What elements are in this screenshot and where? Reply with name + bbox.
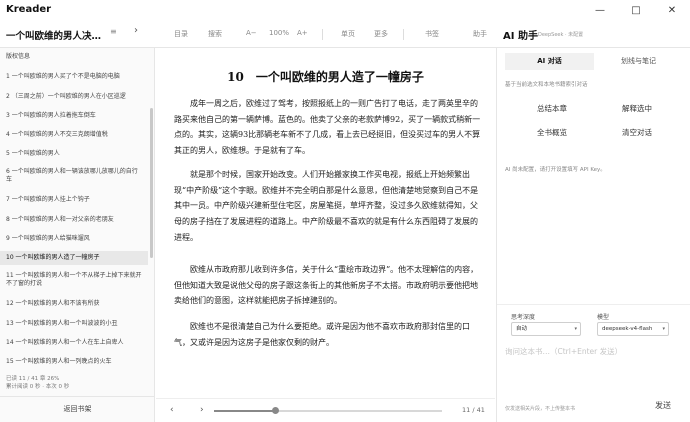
more-button[interactable]: 更多	[374, 29, 388, 39]
assistant-button[interactable]: 助手	[473, 29, 487, 39]
reading-time-text: 累计阅读 0 秒 · 本次 0 秒	[6, 384, 70, 390]
toc-item[interactable]: 7 一个叫欧维的男人挂上个钩子	[0, 196, 148, 204]
progress-knob[interactable]	[272, 407, 280, 414]
zoom-level: 100%	[269, 29, 290, 37]
ai-not-configured-note: AI 尚未配置，请打开设置填写 API Key。	[505, 167, 606, 173]
minimize-icon[interactable]: —	[582, 0, 618, 20]
depth-value: 自动	[516, 326, 528, 332]
page-number: 11 / 41	[462, 406, 485, 414]
chapter-title: 10 一个叫欧维的男人造了一幢房子	[227, 70, 424, 84]
window-controls: — □ ✕	[582, 0, 690, 20]
model-label: 模型	[597, 314, 610, 321]
paragraph: 欧维也不是很清楚自己为什么要拒绝。或许是因为他不喜欢市政府那封信里的口气，又或许…	[174, 322, 470, 347]
toc-item[interactable]: 12 一个叫欧维的男人和不该有所获	[0, 300, 148, 308]
toc-item[interactable]: 3 一个叫欧维的男人拉着拖车倒车	[0, 112, 148, 120]
tab-highlights-notes[interactable]: 划线与笔记	[594, 53, 683, 70]
toc-item[interactable]: 1 一个叫欧维的男人买了个不是电脑的电脑	[0, 73, 148, 81]
depth-label: 思考深度	[511, 314, 536, 321]
back-to-shelf-button[interactable]: 返回书架	[0, 404, 155, 414]
font-decrease-button[interactable]: A−	[246, 29, 257, 37]
toc-item[interactable]: 11 一个叫欧维的男人和一个不从梯子上掉下来就开不了窗的打说	[0, 272, 148, 287]
progress-slider[interactable]	[214, 407, 442, 414]
ai-tabs: AI 对话 划线与笔记	[505, 53, 683, 70]
model-select[interactable]: deepseek-v4-flash ▾	[597, 322, 669, 336]
tab-ai-chat[interactable]: AI 对话	[505, 53, 594, 70]
toolbar-divider	[322, 29, 323, 40]
reader-content: 10 一个叫欧维的男人造了一幢房子 成年一周之后，欧维过了驾考，按照报纸上的一则…	[156, 48, 495, 398]
menu-icon[interactable]: ≡	[110, 27, 117, 36]
send-button[interactable]: 发送	[655, 400, 671, 411]
clear-chat-button[interactable]: 清空对话	[597, 127, 677, 138]
next-page-icon[interactable]: ›	[200, 405, 204, 415]
chevron-down-icon: ▾	[574, 326, 577, 332]
font-increase-button[interactable]: A+	[297, 29, 308, 37]
toc-item[interactable]: 5 一个叫欧维的男人	[0, 150, 148, 158]
table-of-contents: 版权信息 1 一个叫欧维的男人买了个不是电脑的电脑 2 （三周之前）一个叫欧维的…	[0, 48, 150, 370]
sidebar-scrollbar[interactable]	[150, 108, 153, 258]
close-icon[interactable]: ✕	[654, 0, 690, 20]
sidebar-divider	[0, 396, 155, 397]
sidebar: 版权信息 1 一个叫欧维的男人买了个不是电脑的电脑 2 （三周之前）一个叫欧维的…	[0, 48, 155, 422]
ai-panel-divider	[497, 304, 690, 305]
paragraph: 就是那个时候，国家开始改变。人们开始搬家换工作买电视，报纸上开始频繁出现“中产阶…	[174, 170, 479, 242]
privacy-note: 仅发送相关片段，不上传整本书	[505, 406, 576, 412]
next-chapter-icon[interactable]: ›	[134, 25, 138, 36]
ai-model-hint: DeepSeek · 未配置	[538, 32, 584, 38]
toolbar-divider	[403, 29, 404, 40]
toc-item[interactable]: 8 一个叫欧维的男人和一对父亲的老朋友	[0, 216, 148, 224]
toc-item[interactable]: 4 一个叫欧维的男人不交三克朗增值税	[0, 131, 148, 139]
prev-page-icon[interactable]: ‹	[170, 405, 174, 415]
reader-footer: ‹ › 11 / 41	[156, 398, 495, 422]
reading-status: 已读 11 / 41 章 26% 累计阅读 0 秒 · 本次 0 秒	[6, 375, 69, 391]
search-button[interactable]: 搜索	[208, 29, 222, 39]
toc-item[interactable]: 6 一个叫欧维的男人和一辆该放哪儿放哪儿的自行车	[0, 168, 148, 183]
toc-item[interactable]: 14 一个叫欧维的男人和一个人在车上自卑人	[0, 339, 148, 347]
app-title: Kreader	[6, 4, 52, 15]
single-page-button[interactable]: 单页	[341, 29, 355, 39]
chevron-down-icon: ▾	[662, 326, 665, 332]
summarize-chapter-button[interactable]: 总结本章	[512, 103, 592, 114]
paragraph: 欧维从市政府那儿收到许多信，关于什么“重绘市政边界”。他不太理解信的内容，但他知…	[174, 265, 479, 306]
maximize-icon[interactable]: □	[618, 0, 654, 20]
toc-item[interactable]: 15 一个叫欧维的男人和一列晚点的火车	[0, 358, 148, 366]
bookmark-button[interactable]: 书签	[425, 29, 439, 39]
toc-item[interactable]: 13 一个叫欧维的男人和一个叫波波的小丑	[0, 320, 148, 328]
toc-button[interactable]: 目录	[174, 29, 188, 39]
toc-item[interactable]: 版权信息	[0, 53, 148, 61]
book-overview-button[interactable]: 全书概览	[512, 127, 592, 138]
title-bar: Kreader — □ ✕	[0, 0, 690, 20]
toolbar: 一个叫欧维的男人决… ≡ › 目录 搜索 A− 100% A+ 单页 更多 书签…	[0, 21, 690, 47]
ai-panel-title: AI 助手	[503, 31, 538, 42]
toc-item[interactable]: 9 一个叫欧维的男人给猫咪遛风	[0, 235, 148, 243]
ai-panel: AI 对话 划线与笔记 基于当前选文和本地书籍索引对话 总结本章 解释选中 全书…	[496, 48, 690, 422]
paragraph: 成年一周之后，欧维过了驾考，按照报纸上的一则广告打了电话，走了两英里辛的路买来他…	[174, 99, 481, 156]
ai-hint: 基于当前选文和本地书籍索引对话	[505, 82, 588, 88]
ask-input[interactable]: 询问这本书…（Ctrl+Enter 发送）	[505, 346, 683, 394]
model-value: deepseek-v4-flash	[602, 326, 653, 332]
depth-select[interactable]: 自动 ▾	[511, 322, 581, 336]
read-progress-text: 已读 11 / 41 章 26%	[6, 376, 60, 382]
book-title: 一个叫欧维的男人决…	[6, 31, 102, 42]
explain-selection-button[interactable]: 解释选中	[597, 103, 677, 114]
progress-fill	[214, 410, 276, 412]
toc-item-active[interactable]: 10 一个叫欧维的男人造了一幢房子	[0, 251, 148, 265]
toc-item[interactable]: 2 （三周之前）一个叫欧维的男人在小区巡逻	[0, 93, 148, 101]
